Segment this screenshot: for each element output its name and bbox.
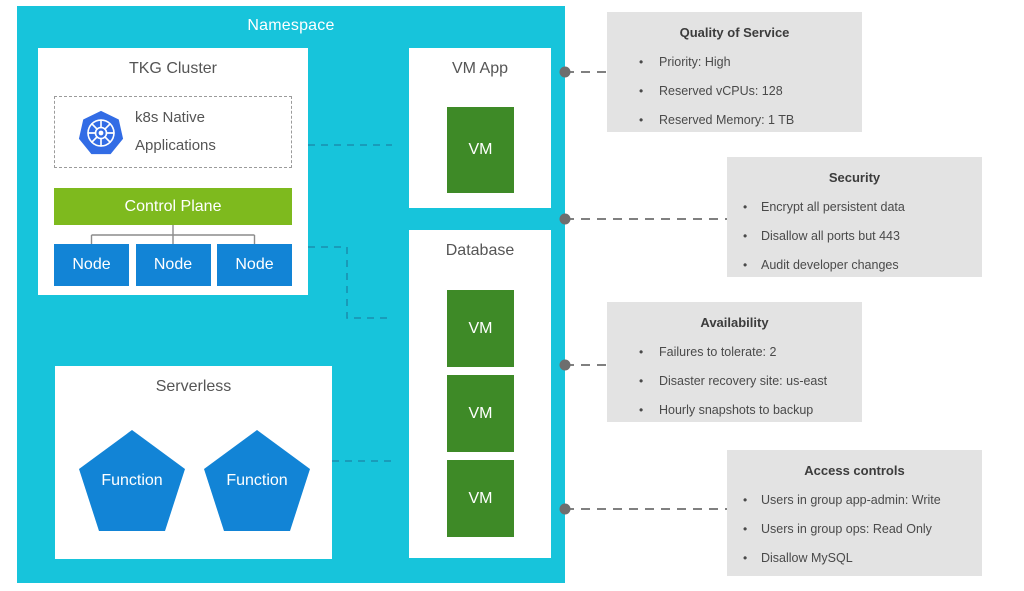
policy-box-availability: Availability Failures to tolerate: 2 Dis…	[607, 302, 862, 425]
policy-item: Disallow all ports but 443	[727, 222, 982, 251]
vm-label: VM	[468, 404, 493, 422]
policy-box-access-controls: Access controls Users in group app-admin…	[727, 450, 982, 576]
k8s-native-applications-label: k8s Native Applications	[135, 104, 285, 160]
policy-item: Hourly snapshots to backup	[607, 396, 862, 425]
kubernetes-icon	[77, 109, 125, 157]
node-box: Node	[54, 244, 129, 286]
policy-item: Users in group app-admin: Write	[727, 486, 982, 515]
function-label: Function	[101, 472, 163, 489]
control-plane-box: Control Plane	[54, 188, 292, 225]
vm-box: VM	[447, 290, 514, 367]
control-plane-label: Control Plane	[124, 197, 222, 215]
k8s-line-1: k8s Native	[135, 109, 206, 126]
policy-title: Availability	[700, 315, 769, 330]
policy-title: Quality of Service	[679, 25, 790, 40]
policy-item: Disaster recovery site: us-east	[607, 367, 862, 396]
architecture-diagram: Namespace TKG Cluster k8s Native Applica…	[0, 0, 1024, 591]
function-shape: Function	[77, 428, 187, 533]
node-box: Node	[217, 244, 292, 286]
serverless-title: Serverless	[155, 378, 232, 395]
policy-item-list: Users in group app-admin: Write Users in…	[727, 486, 982, 573]
k8s-native-applications-block: k8s Native Applications	[54, 96, 292, 168]
policy-item: Priority: High	[607, 48, 862, 77]
vm-label: VM	[468, 319, 493, 337]
database-card: Database VM VM VM	[409, 230, 551, 558]
vm-label: VM	[468, 141, 493, 158]
vm-app-card: VM App VM	[409, 48, 551, 208]
function-label: Function	[226, 472, 288, 489]
function-row: Function Function	[77, 428, 312, 538]
policy-item-list: Encrypt all persistent data Disallow all…	[727, 193, 982, 280]
policy-item: Reserved vCPUs: 128	[607, 77, 862, 106]
node-label: Node	[153, 256, 193, 273]
policy-box-security: Security Encrypt all persistent data Dis…	[727, 157, 982, 280]
serverless-card: Serverless Function Function	[55, 366, 332, 559]
database-title: Database	[445, 242, 515, 259]
policy-item-list: Priority: High Reserved vCPUs: 128 Reser…	[607, 48, 862, 135]
vm-box: VM	[447, 460, 514, 537]
vm-box: VM	[447, 375, 514, 452]
policy-item: Encrypt all persistent data	[727, 193, 982, 222]
policy-item: Audit developer changes	[727, 251, 982, 280]
vm-app-title: VM App	[451, 60, 509, 77]
node-label: Node	[235, 256, 274, 273]
policy-item: Failures to tolerate: 2	[607, 338, 862, 367]
function-shape: Function	[202, 428, 312, 533]
policy-item: Users in group ops: Read Only	[727, 515, 982, 544]
vm-label: VM	[468, 489, 493, 507]
namespace-title: Namespace	[247, 17, 335, 34]
vm-box: VM	[447, 107, 514, 193]
node-row: Node Node Node	[54, 244, 292, 286]
policy-title: Access controls	[804, 463, 905, 478]
node-box: Node	[135, 244, 211, 286]
namespace-panel: Namespace TKG Cluster k8s Native Applica…	[17, 6, 565, 583]
policy-item: Disallow MySQL	[727, 544, 982, 573]
policy-item-list: Failures to tolerate: 2 Disaster recover…	[607, 338, 862, 425]
tkg-cluster-card: TKG Cluster k8s Native Applications Cont…	[38, 48, 308, 295]
policy-item: Reserved Memory: 1 TB	[607, 106, 862, 135]
tkg-cluster-title: TKG Cluster	[128, 60, 217, 77]
policy-title: Security	[828, 170, 881, 185]
node-label: Node	[72, 256, 111, 273]
policy-box-quality-of-service: Quality of Service Priority: High Reserv…	[607, 12, 862, 135]
k8s-line-2: Applications	[135, 137, 216, 154]
